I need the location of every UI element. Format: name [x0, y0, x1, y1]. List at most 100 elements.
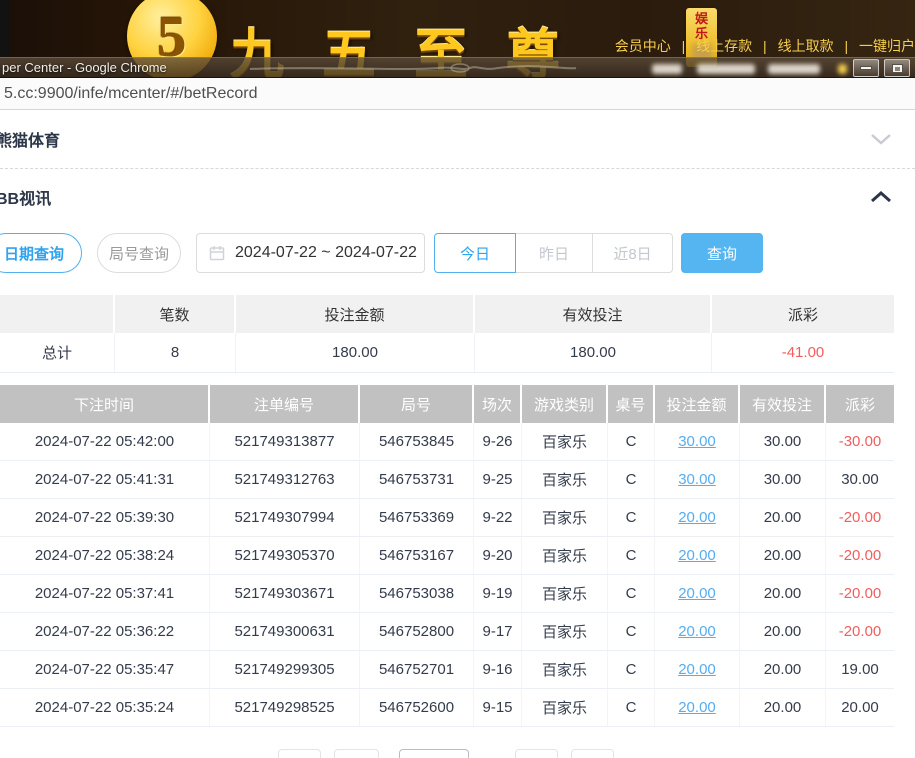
summary-valid-bet-value: 180.00 [475, 333, 712, 372]
cell-bet-amount: 20.00 [655, 689, 740, 726]
pagination-page-select[interactable] [399, 749, 469, 758]
url-text: 5.cc:9900/infe/mcenter/#/betRecord [4, 85, 257, 103]
bet-table-row: 2024-07-22 05:39:30521749307994546753369… [0, 499, 894, 537]
nav-member-center-link[interactable]: 会员中心 [615, 38, 671, 54]
cell-payout: 19.00 [826, 651, 894, 688]
chevron-down-icon[interactable] [870, 132, 892, 146]
cell-payout: -20.00 [826, 613, 894, 650]
section-panda-sports[interactable]: 熊猫体育 [0, 110, 915, 168]
section-bb-video[interactable]: BB视讯 [0, 168, 915, 225]
banner-nav: 会员中心 | 线上存款 | 线上取款 | 一键归户 [615, 36, 915, 56]
cell-table-number: C [608, 423, 655, 460]
blurred-user-info [838, 64, 847, 74]
summary-header-empty [0, 295, 115, 333]
search-button[interactable]: 查询 [681, 233, 763, 273]
date-query-tab[interactable]: 日期查询 [0, 233, 82, 273]
round-query-tab[interactable]: 局号查询 [97, 233, 181, 273]
cell-round-number: 546752701 [360, 651, 474, 688]
cell-session: 9-20 [474, 537, 522, 574]
cell-order-id: 521749303671 [210, 575, 360, 612]
cell-bet-amount: 30.00 [655, 423, 740, 460]
summary-header-valid-bet: 有效投注 [475, 295, 712, 333]
cell-table-number: C [608, 461, 655, 498]
window-title: per Center - Google Chrome [2, 60, 167, 75]
cell-valid-bet: 30.00 [740, 461, 826, 498]
browser-url-bar[interactable]: 5.cc:9900/infe/mcenter/#/betRecord [0, 78, 915, 110]
cell-order-id: 521749298525 [210, 689, 360, 726]
pagination-button[interactable] [515, 749, 558, 758]
nav-one-key-transfer-link[interactable]: 一键归户 [859, 38, 915, 54]
bet-table-row: 2024-07-22 05:41:31521749312763546753731… [0, 461, 894, 499]
pagination [0, 749, 915, 758]
cell-round-number: 546753167 [360, 537, 474, 574]
bet-record-page: 熊猫体育 BB视讯 日期查询 局号查询 [0, 110, 915, 758]
cell-bet-amount: 20.00 [655, 575, 740, 612]
header-round-number: 局号 [360, 385, 474, 423]
blurred-user-info [768, 64, 820, 74]
header-payout: 派彩 [826, 385, 894, 423]
nav-separator: | [682, 38, 686, 54]
window-title-bar[interactable]: per Center - Google Chrome [0, 57, 915, 78]
cell-bet-amount: 20.00 [655, 499, 740, 536]
cell-table-number: C [608, 689, 655, 726]
chevron-up-icon[interactable] [870, 190, 892, 204]
bet-table-row: 2024-07-22 05:38:24521749305370546753167… [0, 537, 894, 575]
nav-online-withdraw-link[interactable]: 线上取款 [778, 38, 834, 54]
cell-payout: -20.00 [826, 499, 894, 536]
bet-amount-link[interactable]: 20.00 [678, 547, 716, 564]
today-button[interactable]: 今日 [434, 233, 516, 273]
header-session: 场次 [474, 385, 522, 423]
bet-table-body: 2024-07-22 05:42:00521749313877546753845… [0, 423, 894, 727]
summary-header-payout: 派彩 [712, 295, 894, 333]
summary-total-label: 总计 [0, 333, 115, 372]
date-range-input[interactable]: 2024-07-22 ~ 2024-07-22 [196, 233, 425, 273]
cell-bet-time: 2024-07-22 05:41:31 [0, 461, 210, 498]
cell-bet-time: 2024-07-22 05:38:24 [0, 537, 210, 574]
bet-amount-link[interactable]: 20.00 [678, 585, 716, 602]
cell-payout: -20.00 [826, 537, 894, 574]
yesterday-button[interactable]: 昨日 [516, 233, 593, 273]
bet-amount-link[interactable]: 20.00 [678, 699, 716, 716]
summary-header-count: 笔数 [115, 295, 236, 333]
window-maximize-button[interactable] [884, 59, 910, 77]
pagination-button[interactable] [278, 749, 321, 758]
cell-table-number: C [608, 537, 655, 574]
header-bet-time: 下注时间 [0, 385, 210, 423]
window-minimize-button[interactable] [853, 59, 879, 77]
bet-amount-link[interactable]: 30.00 [678, 471, 716, 488]
cell-table-number: C [608, 651, 655, 688]
cell-valid-bet: 20.00 [740, 613, 826, 650]
cell-bet-time: 2024-07-22 05:35:47 [0, 651, 210, 688]
cell-valid-bet: 30.00 [740, 423, 826, 460]
bet-amount-link[interactable]: 20.00 [678, 623, 716, 640]
cell-session: 9-16 [474, 651, 522, 688]
cell-payout: -30.00 [826, 423, 894, 460]
cell-session: 9-22 [474, 499, 522, 536]
cell-payout: 20.00 [826, 689, 894, 726]
logo-badge-char: 娱 [695, 11, 708, 26]
pagination-button[interactable] [334, 749, 379, 758]
bet-amount-link[interactable]: 20.00 [678, 661, 716, 678]
pagination-button[interactable] [571, 749, 614, 758]
cell-valid-bet: 20.00 [740, 689, 826, 726]
summary-table: 笔数 投注金额 有效投注 派彩 总计 8 180.00 180.00 -41.0… [0, 295, 894, 373]
header-order-id: 注单编号 [210, 385, 360, 423]
cell-bet-time: 2024-07-22 05:37:41 [0, 575, 210, 612]
header-game-type: 游戏类别 [522, 385, 608, 423]
cell-table-number: C [608, 575, 655, 612]
bet-amount-link[interactable]: 30.00 [678, 433, 716, 450]
cell-order-id: 521749300631 [210, 613, 360, 650]
nav-online-deposit-link[interactable]: 线上存款 [696, 38, 752, 54]
cell-bet-amount: 20.00 [655, 651, 740, 688]
cell-payout: 30.00 [826, 461, 894, 498]
cell-game-type: 百家乐 [522, 499, 608, 536]
bet-amount-link[interactable]: 20.00 [678, 509, 716, 526]
cell-game-type: 百家乐 [522, 423, 608, 460]
cell-game-type: 百家乐 [522, 575, 608, 612]
cell-session: 9-26 [474, 423, 522, 460]
last-8-days-button[interactable]: 近8日 [593, 233, 673, 273]
section-title: BB视讯 [0, 185, 51, 209]
summary-count-value: 8 [115, 333, 236, 372]
cell-order-id: 521749299305 [210, 651, 360, 688]
bet-table-row: 2024-07-22 05:36:22521749300631546752800… [0, 613, 894, 651]
